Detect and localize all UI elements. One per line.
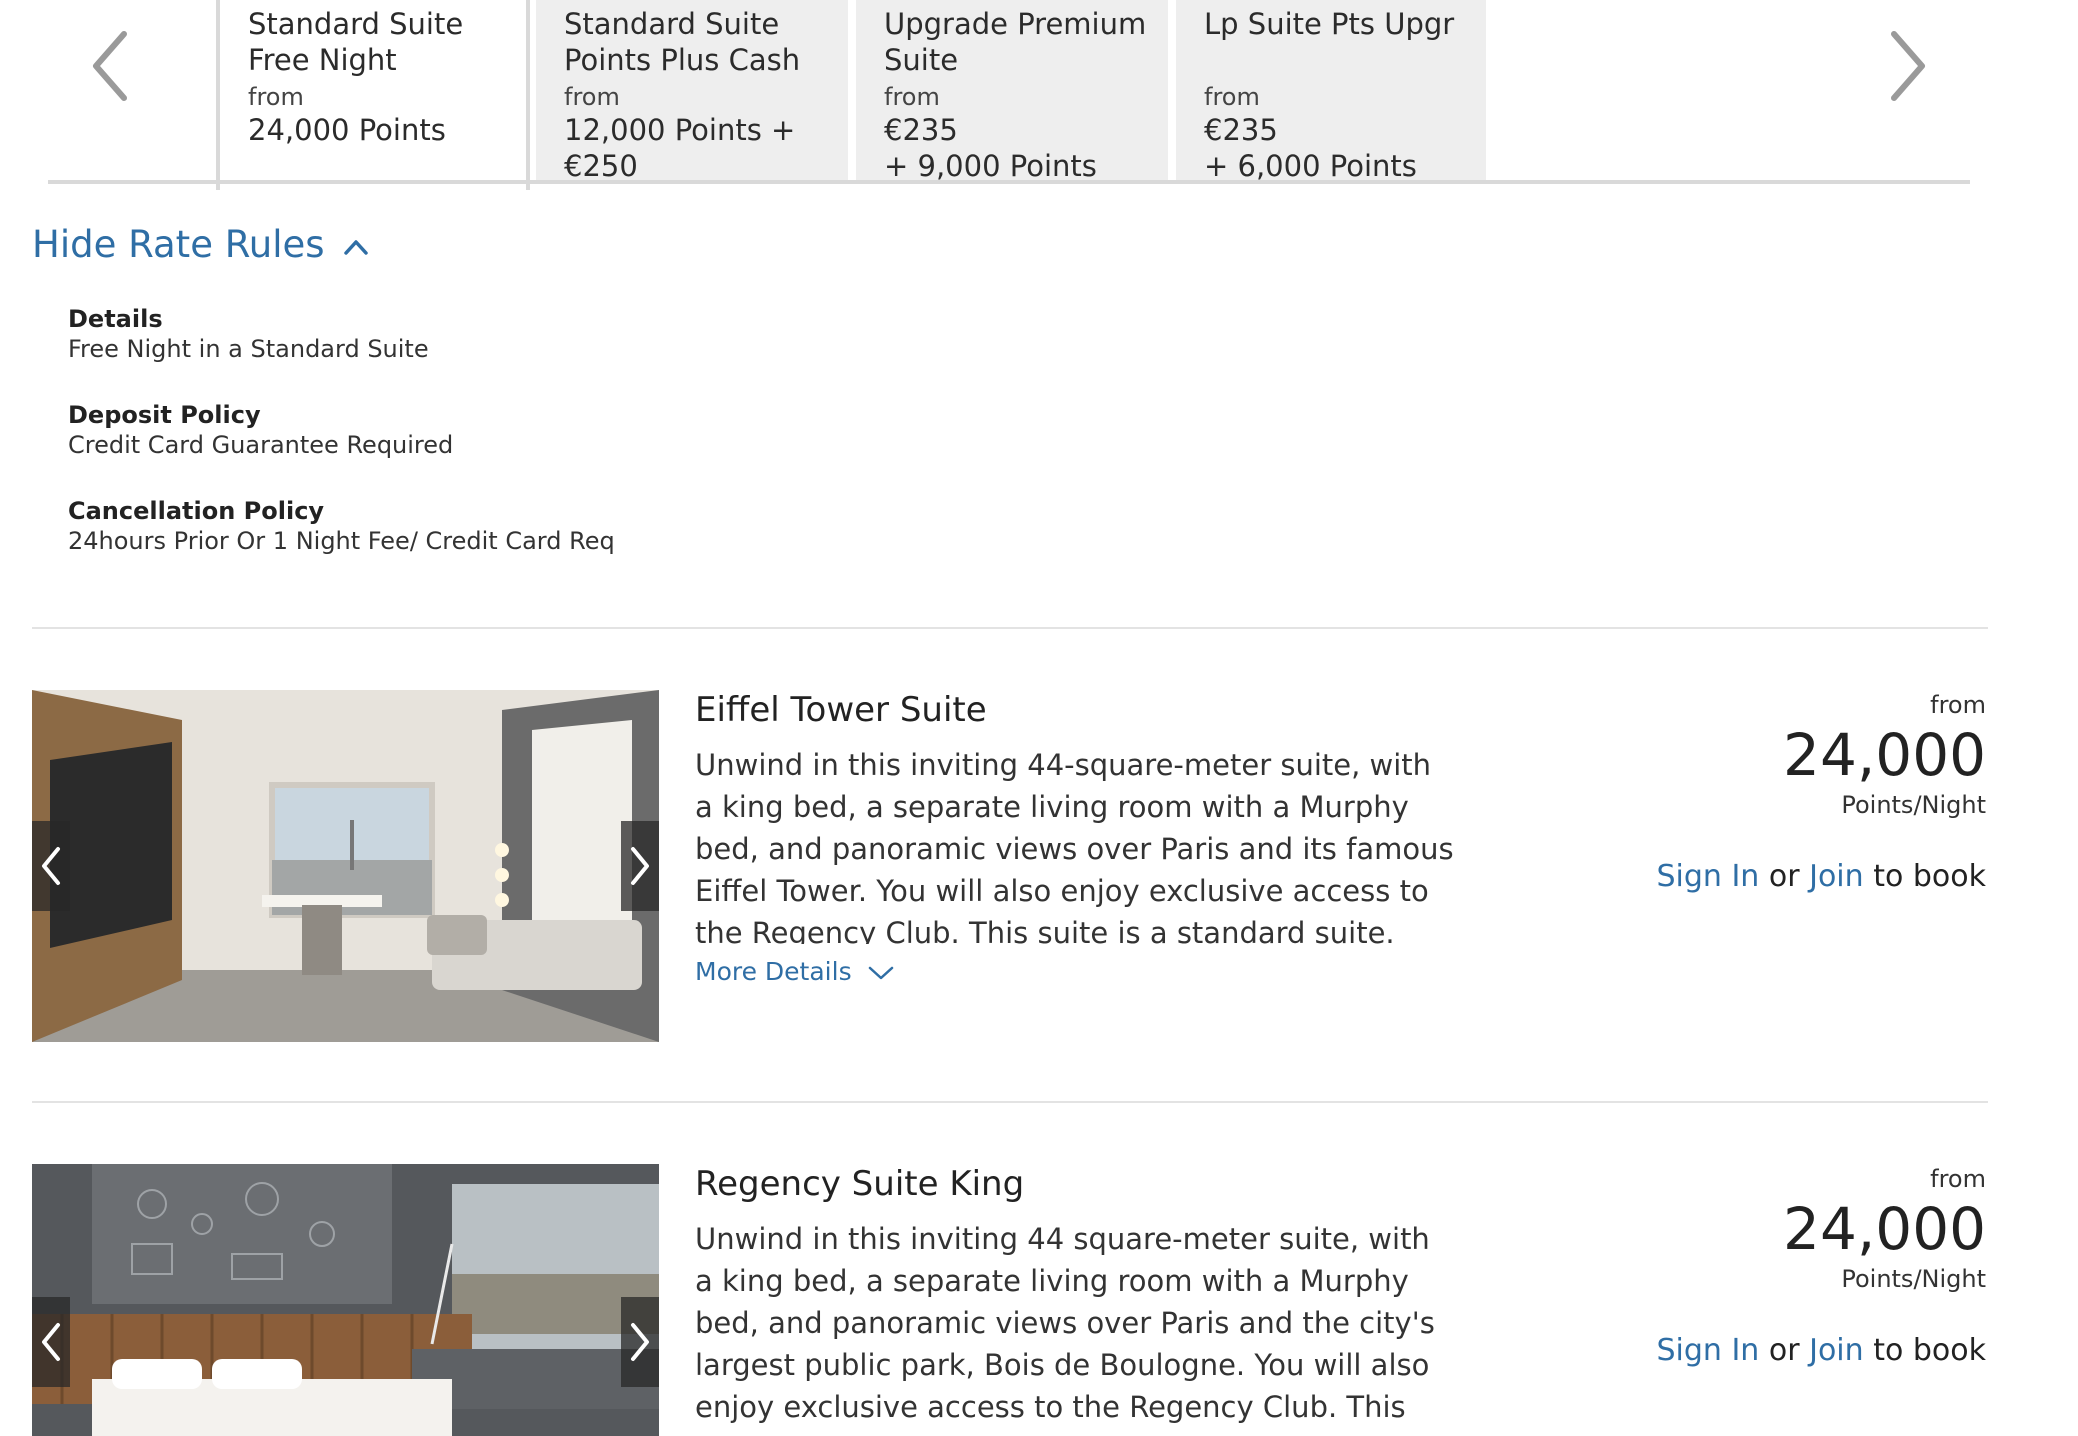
sign-in-link[interactable]: Sign In bbox=[1656, 1333, 1759, 1368]
book-prompt: Sign In or Join to book bbox=[1656, 858, 1986, 896]
rate-tab-price-extra: + 6,000 Points bbox=[1204, 149, 1417, 183]
rate-tab-upgrade-premium-suite[interactable]: Upgrade Premium Suite from €235 + 9,000 … bbox=[856, 0, 1168, 184]
book-to-book-text: to book bbox=[1873, 1333, 1986, 1368]
chevron-right-icon bbox=[631, 847, 649, 885]
rate-tab-price: €235 bbox=[884, 113, 958, 147]
room-photo-image bbox=[32, 690, 659, 1042]
rate-tab-name: Standard Suite Points Plus Cash bbox=[564, 7, 801, 77]
book-prompt: Sign In or Join to book bbox=[1656, 1332, 1986, 1370]
room-photo-eiffel-tower-suite bbox=[32, 690, 659, 1042]
rule-deposit-policy: Deposit Policy Credit Card Guarantee Req… bbox=[68, 400, 453, 460]
chevron-right-icon bbox=[631, 1323, 649, 1361]
room-price: from 24,000 Points/Night bbox=[1666, 1164, 1986, 1294]
more-details-link[interactable]: More Details bbox=[695, 956, 894, 988]
rule-label: Cancellation Policy bbox=[68, 497, 325, 525]
photo-next-arrow[interactable] bbox=[621, 1297, 659, 1387]
rule-value: Credit Card Guarantee Required bbox=[68, 431, 454, 459]
rate-tab-from: from bbox=[248, 83, 304, 111]
rate-tab-lp-suite-pts-upgr[interactable]: Lp Suite Pts Upgr from €235 + 6,000 Poin… bbox=[1176, 0, 1486, 184]
rule-value: 24hours Prior Or 1 Night Fee/ Credit Car… bbox=[68, 527, 615, 555]
price-unit: Points/Night bbox=[1841, 1265, 1986, 1293]
sign-in-link[interactable]: Sign In bbox=[1656, 859, 1759, 894]
rate-tab-price: €235 bbox=[1204, 113, 1278, 147]
rate-tab-price-extra: + 9,000 Points bbox=[884, 149, 1097, 183]
photo-next-arrow[interactable] bbox=[621, 821, 659, 911]
chevron-down-icon bbox=[868, 966, 893, 980]
price-unit: Points/Night bbox=[1841, 791, 1986, 819]
price-from: from bbox=[1930, 1165, 1986, 1193]
book-or-text: or bbox=[1768, 1333, 1800, 1368]
room-photo-regency-suite-king bbox=[32, 1164, 659, 1436]
section-divider bbox=[32, 627, 1988, 629]
chevron-left-icon bbox=[42, 1323, 60, 1361]
price-amount: 24,000 bbox=[1783, 1195, 1986, 1263]
chevron-up-icon bbox=[344, 239, 369, 255]
hide-rate-rules-label: Hide Rate Rules bbox=[32, 223, 325, 266]
room-name: Regency Suite King bbox=[695, 1164, 1025, 1204]
rule-label: Deposit Policy bbox=[68, 401, 261, 429]
rate-tab-points-plus-cash[interactable]: Standard Suite Points Plus Cash from 12,… bbox=[536, 0, 848, 184]
room-price: from 24,000 Points/Night bbox=[1666, 690, 1986, 820]
rate-tab-standard-suite-free-night[interactable]: Standard Suite Free Night from 24,000 Po… bbox=[216, 0, 530, 190]
more-details-label: More Details bbox=[695, 957, 852, 986]
book-to-book-text: to book bbox=[1873, 859, 1986, 894]
chevron-left-icon bbox=[93, 31, 127, 101]
chevron-right-icon bbox=[1891, 31, 1925, 101]
photo-prev-arrow[interactable] bbox=[32, 1297, 70, 1387]
rule-value: Free Night in a Standard Suite bbox=[68, 335, 429, 363]
prev-rate-arrow[interactable] bbox=[82, 26, 142, 106]
rule-details: Details Free Night in a Standard Suite bbox=[68, 304, 429, 364]
rate-tab-name: Standard Suite Free Night bbox=[248, 7, 464, 77]
room-description: Unwind in this inviting 44-square-meter … bbox=[695, 748, 1454, 944]
join-link[interactable]: Join bbox=[1809, 859, 1864, 894]
rate-tab-name: Lp Suite Pts Upgr bbox=[1204, 7, 1455, 41]
hide-rate-rules-toggle[interactable]: Hide Rate Rules bbox=[32, 222, 370, 268]
rate-tab-from: from bbox=[884, 83, 940, 111]
rate-tab-price: 24,000 Points bbox=[248, 113, 446, 147]
rate-tab-price: 12,000 Points + bbox=[564, 113, 796, 147]
book-or-text: or bbox=[1768, 859, 1800, 894]
rate-tab-price-extra: €250 bbox=[564, 149, 638, 183]
rule-cancellation-policy: Cancellation Policy 24hours Prior Or 1 N… bbox=[68, 496, 615, 556]
section-divider bbox=[32, 1101, 1988, 1103]
rate-tab-from: from bbox=[564, 83, 620, 111]
rate-tab-name: Upgrade Premium Suite bbox=[884, 7, 1147, 77]
room-name: Eiffel Tower Suite bbox=[695, 690, 987, 730]
room-description: Unwind in this inviting 44 square-meter … bbox=[695, 1222, 1435, 1424]
price-from: from bbox=[1930, 691, 1986, 719]
chevron-left-icon bbox=[42, 847, 60, 885]
rate-tabs-baseline bbox=[48, 180, 1970, 184]
join-link[interactable]: Join bbox=[1809, 1333, 1864, 1368]
price-amount: 24,000 bbox=[1783, 721, 1986, 789]
photo-prev-arrow[interactable] bbox=[32, 821, 70, 911]
next-rate-arrow[interactable] bbox=[1876, 26, 1936, 106]
rate-tab-from: from bbox=[1204, 83, 1260, 111]
room-photo-image bbox=[32, 1164, 659, 1436]
rule-label: Details bbox=[68, 305, 163, 333]
